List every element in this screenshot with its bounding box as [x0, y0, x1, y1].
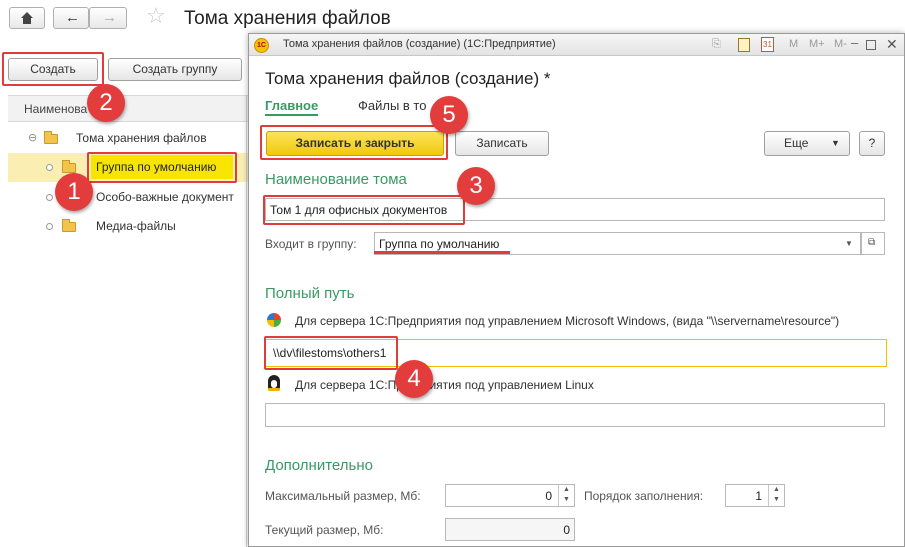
folder-icon: [44, 131, 58, 144]
fill-order-label: Порядок заполнения:: [584, 489, 704, 503]
stepper-icon[interactable]: ▲ ▼: [558, 485, 574, 506]
left-divider: [246, 95, 247, 547]
chevron-down-icon: ▼: [831, 138, 840, 148]
more-label: Еще: [784, 136, 809, 150]
linux-path-field[interactable]: [265, 403, 885, 427]
row-dot-icon: [46, 164, 53, 171]
tab-main[interactable]: Главное: [265, 98, 319, 116]
open-group-button[interactable]: ⧉: [861, 232, 885, 255]
save-button[interactable]: Записать: [455, 131, 549, 156]
fill-order-value: 1: [755, 489, 762, 503]
more-button[interactable]: Еще ▼: [764, 131, 850, 156]
arrow-left-icon: ←: [65, 9, 80, 26]
favorite-star-icon[interactable]: ☆: [146, 3, 166, 29]
folder-icon: [62, 219, 76, 232]
step-badge-3: 3: [457, 167, 495, 205]
dropdown-arrow-icon[interactable]: ▼: [845, 239, 853, 248]
maximize-icon[interactable]: [866, 40, 876, 50]
step-badge-4: 4: [395, 360, 433, 398]
windows-hint: Для сервера 1С:Предприятия под управлени…: [295, 314, 840, 328]
app-logo-icon: 1C: [254, 38, 269, 53]
minimize-icon[interactable]: –: [851, 35, 858, 50]
linux-logo-icon: [268, 375, 280, 391]
calendar-icon[interactable]: 31: [761, 37, 774, 52]
page-title: Тома хранения файлов: [184, 8, 391, 29]
tree-root[interactable]: Тома хранения файлов: [76, 131, 207, 145]
help-button[interactable]: ?: [859, 131, 885, 156]
current-size-field: 0: [445, 518, 575, 541]
open-form-icon: ⧉: [868, 237, 876, 248]
stepper-icon[interactable]: ▲ ▼: [768, 485, 784, 506]
row-dot-icon: [46, 194, 53, 201]
forward-button[interactable]: →: [89, 7, 127, 29]
memory-minus-icon[interactable]: M-: [834, 38, 847, 50]
home-icon: [21, 12, 33, 24]
section-additional: Дополнительно: [265, 457, 373, 474]
folder-icon: [62, 160, 76, 173]
group-underline: [374, 251, 510, 254]
window-title: Тома хранения файлов (создание) (1С:Пред…: [283, 38, 556, 50]
step-badge-5: 5: [430, 96, 468, 134]
tab-files[interactable]: Файлы в то: [358, 98, 438, 113]
tree-item-media[interactable]: Медиа-файлы: [96, 219, 176, 233]
step-badge-2: 2: [87, 84, 125, 122]
windows-logo-icon: [267, 313, 281, 327]
linux-hint: Для сервера 1С:Предприятия под управлени…: [295, 378, 594, 392]
column-header-name[interactable]: Наименова: [24, 102, 87, 116]
arrow-right-icon: →: [102, 9, 117, 26]
bookmark-icon[interactable]: ⎘: [712, 38, 721, 51]
current-size-label: Текущий размер, Мб:: [265, 523, 384, 537]
group-label: Входит в группу:: [265, 237, 357, 251]
create-group-button[interactable]: Создать группу: [108, 58, 242, 81]
back-button[interactable]: ←: [53, 7, 89, 29]
step-badge-1: 1: [55, 173, 93, 211]
calculator-icon[interactable]: [738, 38, 750, 52]
section-volume-name: Наименование тома: [265, 171, 407, 188]
max-size-label: Максимальный размер, Мб:: [265, 489, 421, 503]
fill-order-field[interactable]: 1 ▲ ▼: [725, 484, 785, 507]
memory-plus-icon[interactable]: M+: [809, 38, 825, 50]
group-value: Группа по умолчанию: [379, 237, 500, 251]
max-size-value: 0: [545, 489, 552, 503]
collapse-icon[interactable]: ⊖: [28, 131, 37, 144]
close-icon[interactable]: ✕: [886, 36, 898, 53]
max-size-field[interactable]: 0 ▲ ▼: [445, 484, 575, 507]
memory-icon[interactable]: M: [789, 38, 798, 50]
row-dot-icon: [46, 223, 53, 230]
current-size-value: 0: [563, 523, 570, 537]
home-button[interactable]: [9, 7, 45, 29]
tree-item-important-docs[interactable]: Особо-важные документ: [96, 190, 248, 204]
section-full-path: Полный путь: [265, 285, 355, 302]
form-heading: Тома хранения файлов (создание) *: [265, 69, 551, 88]
